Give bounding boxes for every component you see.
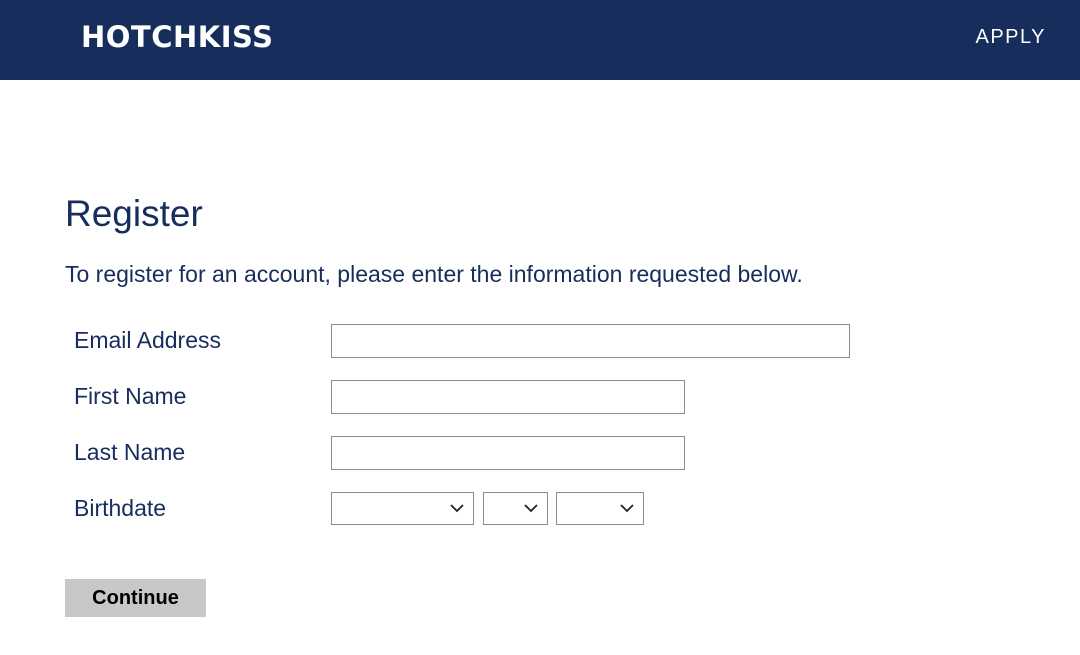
email-label: Email Address — [74, 327, 222, 353]
birthdate-year-select[interactable] — [556, 492, 644, 525]
first-name-field[interactable] — [331, 380, 685, 414]
chevron-down-icon — [524, 504, 538, 513]
last-name-label: Last Name — [74, 439, 186, 465]
intro-text: To register for an account, please enter… — [65, 261, 803, 287]
continue-button[interactable]: Continue — [65, 579, 206, 617]
birthdate-label: Birthdate — [74, 495, 167, 521]
top-navigation-bar: HOTCHKISS APPLY — [0, 0, 1080, 80]
chevron-down-icon — [620, 504, 634, 513]
apply-link[interactable]: APPLY — [976, 25, 1047, 49]
first-name-label: First Name — [74, 383, 187, 409]
last-name-field[interactable] — [331, 436, 685, 470]
page-title: Register — [65, 193, 203, 234]
email-field[interactable] — [331, 324, 850, 358]
birthdate-month-select[interactable] — [331, 492, 474, 525]
hotchkiss-logo[interactable]: HOTCHKISS — [81, 19, 274, 55]
chevron-down-icon — [450, 504, 464, 513]
birthdate-day-select[interactable] — [483, 492, 548, 525]
